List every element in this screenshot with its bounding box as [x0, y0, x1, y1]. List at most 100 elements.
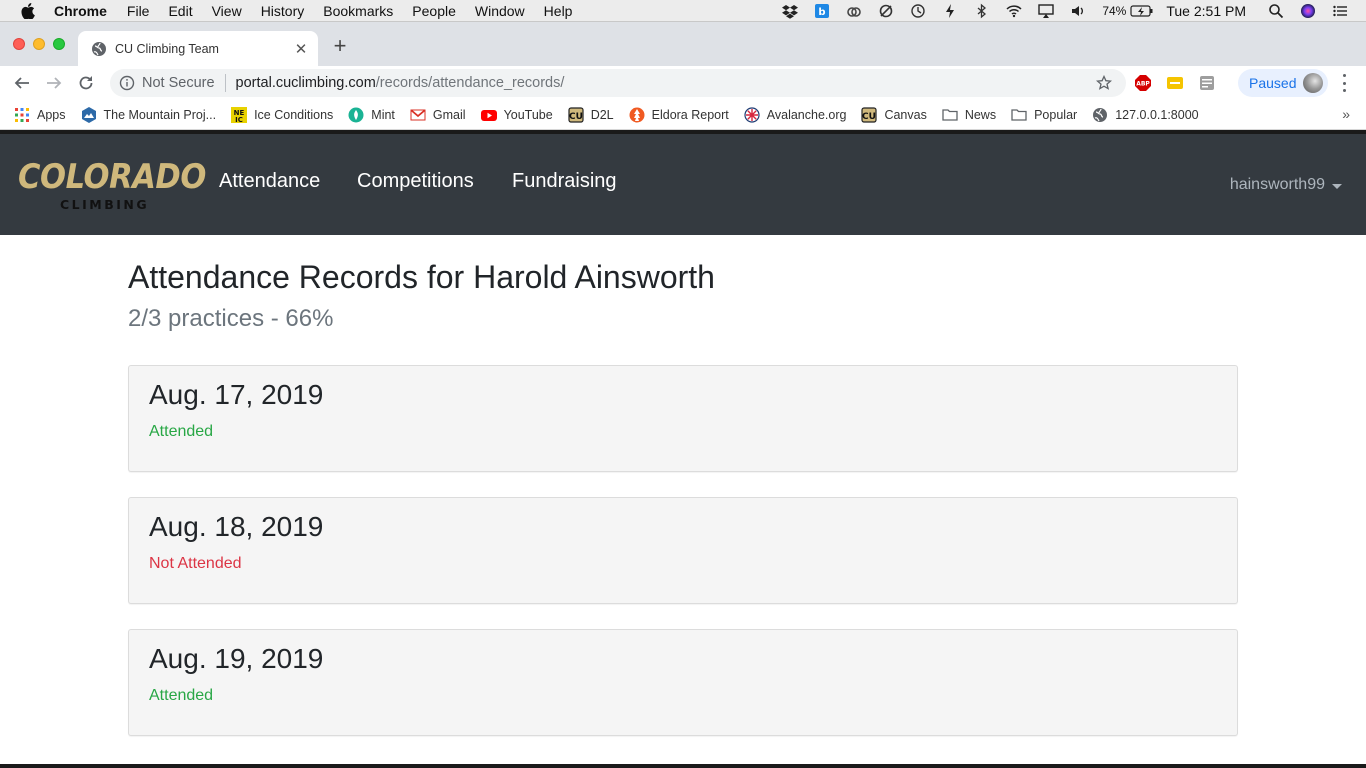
nav-fundraising[interactable]: Fundraising	[512, 170, 617, 193]
attendance-record-card: Aug. 19, 2019 Attended	[128, 629, 1238, 736]
bookmark-d2l[interactable]: CU D2L	[568, 106, 614, 123]
bookmark-localhost[interactable]: 127.0.0.1:8000	[1092, 107, 1199, 123]
honey-extension-icon[interactable]	[1167, 75, 1183, 91]
svg-text:CU: CU	[569, 112, 583, 122]
mint-icon	[348, 107, 364, 123]
svg-text:IC: IC	[235, 116, 243, 123]
menu-edit[interactable]: Edit	[168, 3, 192, 19]
spotlight-search-icon[interactable]	[1268, 3, 1284, 19]
extension-icon[interactable]	[1199, 75, 1215, 91]
globe-icon	[91, 41, 107, 57]
airplay-icon[interactable]	[1038, 3, 1055, 19]
nav-attendance[interactable]: Attendance	[219, 170, 320, 193]
url-host: portal.cuclimbing.com	[235, 75, 376, 91]
bookmark-label: Popular	[1034, 107, 1078, 122]
tab-strip: CU Climbing Team ✕ +	[0, 22, 1366, 66]
bookmark-youtube[interactable]: YouTube	[480, 107, 553, 123]
menu-bookmarks[interactable]: Bookmarks	[323, 3, 393, 19]
new-tab-button[interactable]: +	[330, 35, 350, 57]
bookmark-label: Mint	[371, 107, 395, 122]
notification-center-icon[interactable]	[1332, 3, 1348, 19]
record-date: Aug. 18, 2019	[149, 511, 324, 542]
bluetooth-icon[interactable]	[974, 3, 990, 19]
time-machine-icon[interactable]	[910, 3, 926, 19]
apps-grid-icon	[14, 107, 30, 123]
window-close-button[interactable]	[13, 38, 25, 50]
battery-icon[interactable]	[1130, 3, 1154, 19]
bookmark-folder-popular[interactable]: Popular	[1011, 107, 1077, 123]
bookmark-label: The Mountain Proj...	[103, 107, 217, 122]
browser-toolbar: Not Secure portal.cuclimbing.com /record…	[0, 66, 1366, 100]
bookmark-label: News	[964, 107, 997, 122]
menu-bar-status-area: b 74% Tue 2:51 PM	[782, 0, 1366, 22]
menu-help[interactable]: Help	[544, 3, 573, 19]
chrome-menu-icon[interactable]	[1340, 74, 1348, 92]
bookmark-gmail[interactable]: Gmail	[410, 107, 466, 123]
bookmark-apps[interactable]: Apps	[14, 107, 66, 123]
site-info-icon[interactable]	[119, 75, 135, 91]
profile-status-label: Paused	[1249, 75, 1297, 91]
forward-button[interactable]	[44, 73, 64, 93]
creative-cloud-icon[interactable]	[846, 3, 862, 19]
url-path: /records/attendance_records/	[375, 75, 565, 91]
clock[interactable]: Tue 2:51 PM	[1166, 3, 1246, 19]
svg-text:CU: CU	[862, 112, 876, 122]
bookmarks-overflow-icon[interactable]: »	[1342, 106, 1350, 122]
security-label[interactable]: Not Secure	[142, 75, 215, 91]
page-title: Attendance Records for Harold Ainsworth	[128, 259, 715, 295]
record-date: Aug. 17, 2019	[149, 379, 324, 410]
user-dropdown[interactable]: hainsworth99	[1230, 176, 1342, 194]
wifi-icon[interactable]	[1006, 3, 1022, 19]
attendance-record-card: Aug. 17, 2019 Attended	[128, 365, 1238, 472]
nav-competitions[interactable]: Competitions	[357, 170, 474, 193]
bookmark-mint[interactable]: Mint	[348, 107, 395, 123]
colorado-climbing-logo[interactable]: COLORADO CLIMBING	[18, 157, 206, 218]
tab-close-icon[interactable]: ✕	[293, 41, 309, 58]
tool-icon[interactable]	[878, 3, 894, 19]
menu-window[interactable]: Window	[475, 3, 525, 19]
window-maximize-button[interactable]	[53, 38, 65, 50]
attendance-record-card: Aug. 18, 2019 Not Attended	[128, 497, 1238, 604]
logo-sub-text: CLIMBING	[60, 197, 150, 212]
bookmark-mountain-project[interactable]: The Mountain Proj...	[81, 106, 217, 123]
menu-history[interactable]: History	[261, 3, 305, 19]
svg-text:b: b	[819, 7, 826, 18]
siri-icon[interactable]	[1300, 3, 1316, 19]
avalanche-icon	[744, 106, 760, 123]
bookmark-eldora-report[interactable]: Eldora Report	[629, 107, 729, 123]
attendance-summary: 2/3 practices - 66%	[128, 305, 334, 332]
backup-app-icon[interactable]: b	[814, 3, 830, 19]
reload-button[interactable]	[76, 73, 96, 93]
record-status: Not Attended	[149, 555, 242, 572]
menu-app-name[interactable]: Chrome	[54, 3, 107, 19]
menu-view[interactable]: View	[212, 3, 242, 19]
volume-icon[interactable]	[1070, 3, 1086, 19]
bookmark-canvas[interactable]: CU Canvas	[861, 106, 927, 123]
bookmark-label: Gmail	[432, 107, 466, 122]
browser-tab-active[interactable]: CU Climbing Team ✕	[78, 31, 318, 66]
bookmark-label: Apps	[37, 107, 66, 122]
record-status: Attended	[149, 687, 214, 704]
tab-title: CU Climbing Team	[115, 41, 219, 56]
dropbox-icon[interactable]	[782, 3, 799, 19]
logo-main-text: COLORADO	[18, 157, 206, 197]
bookmark-ice-conditions[interactable]: NE IC Ice Conditions	[231, 106, 334, 123]
address-bar[interactable]: Not Secure portal.cuclimbing.com /record…	[110, 69, 1126, 97]
profile-paused-button[interactable]: Paused	[1238, 69, 1328, 97]
bookmark-label: Eldora Report	[651, 107, 729, 122]
menu-file[interactable]: File	[127, 3, 150, 19]
adblock-plus-icon[interactable]: ABP	[1135, 75, 1151, 91]
battery-percent: 74%	[1102, 4, 1127, 18]
menu-people[interactable]: People	[412, 3, 456, 19]
apple-menu-icon[interactable]	[18, 2, 38, 19]
bolt-app-icon[interactable]	[942, 3, 958, 19]
mountain-project-icon	[81, 106, 97, 123]
bookmark-avalanche-org[interactable]: Avalanche.org	[744, 106, 846, 123]
record-date: Aug. 19, 2019	[149, 643, 324, 674]
bookmark-folder-news[interactable]: News	[942, 107, 996, 123]
youtube-icon	[480, 107, 497, 123]
bookmark-label: Ice Conditions	[254, 107, 334, 122]
window-minimize-button[interactable]	[33, 38, 45, 50]
bookmark-star-icon[interactable]	[1096, 75, 1112, 91]
back-button[interactable]	[12, 73, 32, 93]
